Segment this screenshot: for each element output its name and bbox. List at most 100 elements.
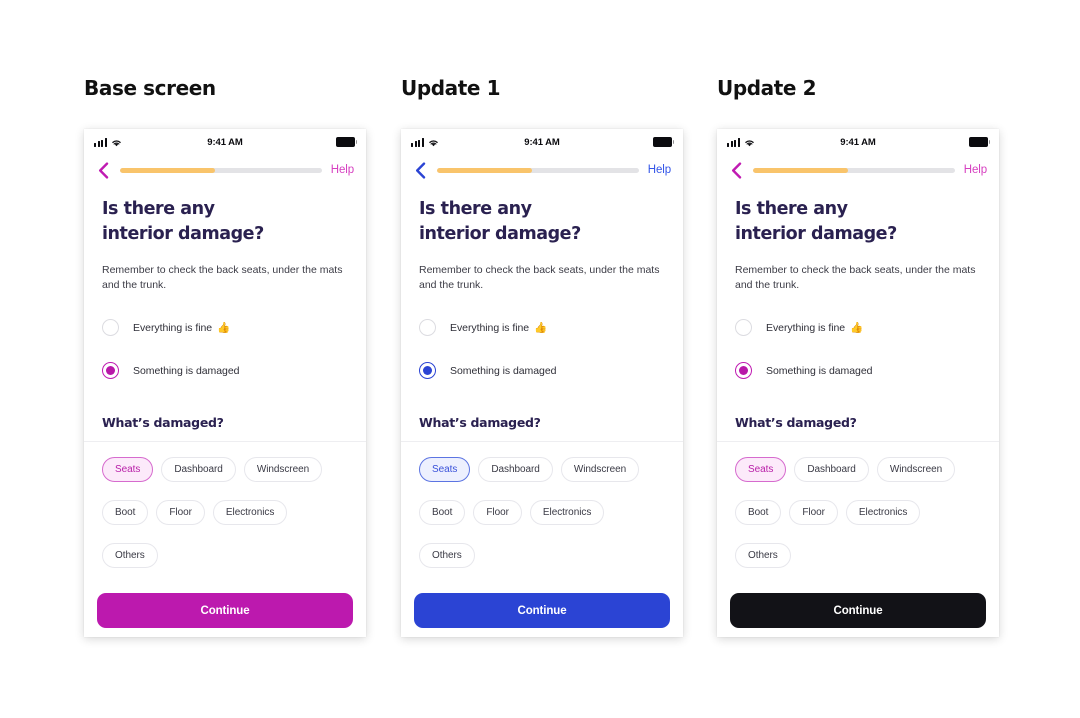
phone-mockup: 9:41 AM Help Is there any interior damage?… xyxy=(717,129,999,637)
radio-option-label: Everything is fine xyxy=(766,321,846,334)
chip-boot[interactable]: Boot xyxy=(735,499,782,525)
continue-button[interactable]: Continue xyxy=(414,593,670,628)
progress-bar xyxy=(753,167,955,173)
chip-seats[interactable]: Seats xyxy=(419,456,471,482)
help-link[interactable]: Help xyxy=(648,164,671,176)
radio-option-1[interactable]: Something is damaged xyxy=(102,358,348,384)
section-divider xyxy=(401,440,683,442)
radio-button[interactable] xyxy=(735,319,752,337)
nav-bar: Help xyxy=(401,155,683,185)
question-title: Is there any interior damage? xyxy=(419,199,581,244)
radio-button[interactable] xyxy=(419,319,436,337)
progress-bar-fill xyxy=(437,167,532,173)
chip-windscreen[interactable]: Windscreen xyxy=(560,456,640,482)
chip-boot[interactable]: Boot xyxy=(419,499,466,525)
status-bar-right xyxy=(336,137,358,147)
radio-option-0[interactable]: Everything is fine 👍 xyxy=(102,315,348,341)
battery-icon xyxy=(969,137,991,147)
question-subtitle: Remember to check the back seats, under … xyxy=(735,263,976,292)
cta-container: Continue xyxy=(717,593,999,628)
radio-option-0[interactable]: Everything is fine 👍 xyxy=(735,315,981,341)
radio-option-1[interactable]: Something is damaged xyxy=(419,358,665,384)
radio-option-label: Everything is fine xyxy=(133,321,213,334)
back-chevron-icon[interactable] xyxy=(412,161,428,179)
status-bar-time: 9:41 AM xyxy=(840,136,876,148)
nav-bar: Help xyxy=(717,155,999,185)
chip-electronics[interactable]: Electronics xyxy=(845,499,921,525)
help-link[interactable]: Help xyxy=(964,164,987,176)
radio-group: Everything is fine 👍 Something is damaged xyxy=(102,315,348,384)
progress-bar-fill xyxy=(753,167,848,173)
chip-floor[interactable]: Floor xyxy=(156,499,205,525)
continue-button[interactable]: Continue xyxy=(97,593,353,628)
battery-icon xyxy=(336,137,358,147)
radio-option-0[interactable]: Everything is fine 👍 xyxy=(419,315,665,341)
section-title: What’s damaged? xyxy=(419,414,541,430)
radio-button[interactable] xyxy=(102,319,119,337)
chip-group: Seats Dashboard Windscreen Boot Floor Electro… xyxy=(735,456,981,568)
radio-option-1[interactable]: Something is damaged xyxy=(735,358,981,384)
screen-body: Is there any interior damage? Remember to… xyxy=(717,185,999,568)
progress-bar-fill xyxy=(120,167,215,173)
radio-button[interactable] xyxy=(735,362,752,380)
status-bar: 9:41 AM xyxy=(84,129,366,155)
status-bar-right xyxy=(969,137,991,147)
continue-button[interactable]: Continue xyxy=(730,593,986,628)
section-divider xyxy=(717,440,999,442)
comparison-column-0: Base screen 9:41 AM Help Is there any inter… xyxy=(84,78,368,637)
radio-option-label: Everything is fine xyxy=(450,321,530,334)
status-bar-right xyxy=(653,137,675,147)
radio-button[interactable] xyxy=(102,362,119,380)
chip-windscreen[interactable]: Windscreen xyxy=(876,456,956,482)
column-title: Base screen xyxy=(84,76,216,100)
chip-windscreen[interactable]: Windscreen xyxy=(243,456,323,482)
radio-group: Everything is fine 👍 Something is damaged xyxy=(419,315,665,384)
back-chevron-icon[interactable] xyxy=(728,161,744,179)
question-subtitle: Remember to check the back seats, under … xyxy=(102,263,343,292)
comparison-column-1: Update 1 9:41 AM Help Is there any interior… xyxy=(401,78,685,637)
chip-group: Seats Dashboard Windscreen Boot Floor Electro… xyxy=(419,456,665,568)
question-title: Is there any interior damage? xyxy=(102,199,264,244)
chip-group: Seats Dashboard Windscreen Boot Floor Electro… xyxy=(102,456,348,568)
screen-body: Is there any interior damage? Remember to… xyxy=(401,185,683,568)
chip-electronics[interactable]: Electronics xyxy=(212,499,288,525)
section-title: What’s damaged? xyxy=(102,414,224,430)
chip-seats[interactable]: Seats xyxy=(735,456,787,482)
chip-floor[interactable]: Floor xyxy=(473,499,522,525)
screen-body: Is there any interior damage? Remember to… xyxy=(84,185,366,568)
comparison-board: Base screen 9:41 AM Help Is there any inter… xyxy=(0,0,1080,718)
chip-boot[interactable]: Boot xyxy=(102,499,149,525)
section-divider xyxy=(84,440,366,442)
back-chevron-icon[interactable] xyxy=(95,161,111,179)
question-title: Is there any interior damage? xyxy=(735,199,897,244)
column-title: Update 1 xyxy=(401,76,501,100)
radio-group: Everything is fine 👍 Something is damaged xyxy=(735,315,981,384)
status-bar-time: 9:41 AM xyxy=(524,136,560,148)
status-bar-time: 9:41 AM xyxy=(207,136,243,148)
question-subtitle: Remember to check the back seats, under … xyxy=(419,263,660,292)
phone-mockup: 9:41 AM Help Is there any interior damage?… xyxy=(84,129,366,637)
chip-dashboard[interactable]: Dashboard xyxy=(161,456,236,482)
phone-mockup: 9:41 AM Help Is there any interior damage?… xyxy=(401,129,683,637)
comparison-column-2: Update 2 9:41 AM Help Is there any interior… xyxy=(717,78,1001,637)
status-bar: 9:41 AM xyxy=(401,129,683,155)
chip-electronics[interactable]: Electronics xyxy=(529,499,605,525)
thumbs-up-icon: 👍 xyxy=(850,322,864,335)
radio-option-label: Something is damaged xyxy=(766,364,873,377)
chip-others[interactable]: Others xyxy=(419,542,475,568)
progress-bar xyxy=(120,167,322,173)
radio-option-label: Something is damaged xyxy=(450,364,557,377)
help-link[interactable]: Help xyxy=(331,164,354,176)
chip-others[interactable]: Others xyxy=(102,542,158,568)
radio-dot xyxy=(739,366,748,376)
chip-others[interactable]: Others xyxy=(735,542,791,568)
chip-dashboard[interactable]: Dashboard xyxy=(794,456,869,482)
chip-dashboard[interactable]: Dashboard xyxy=(478,456,553,482)
radio-dot xyxy=(423,366,432,376)
status-bar: 9:41 AM xyxy=(717,129,999,155)
section-title: What’s damaged? xyxy=(735,414,857,430)
chip-floor[interactable]: Floor xyxy=(789,499,838,525)
chip-seats[interactable]: Seats xyxy=(102,456,154,482)
radio-button[interactable] xyxy=(419,362,436,380)
thumbs-up-icon: 👍 xyxy=(534,322,548,335)
